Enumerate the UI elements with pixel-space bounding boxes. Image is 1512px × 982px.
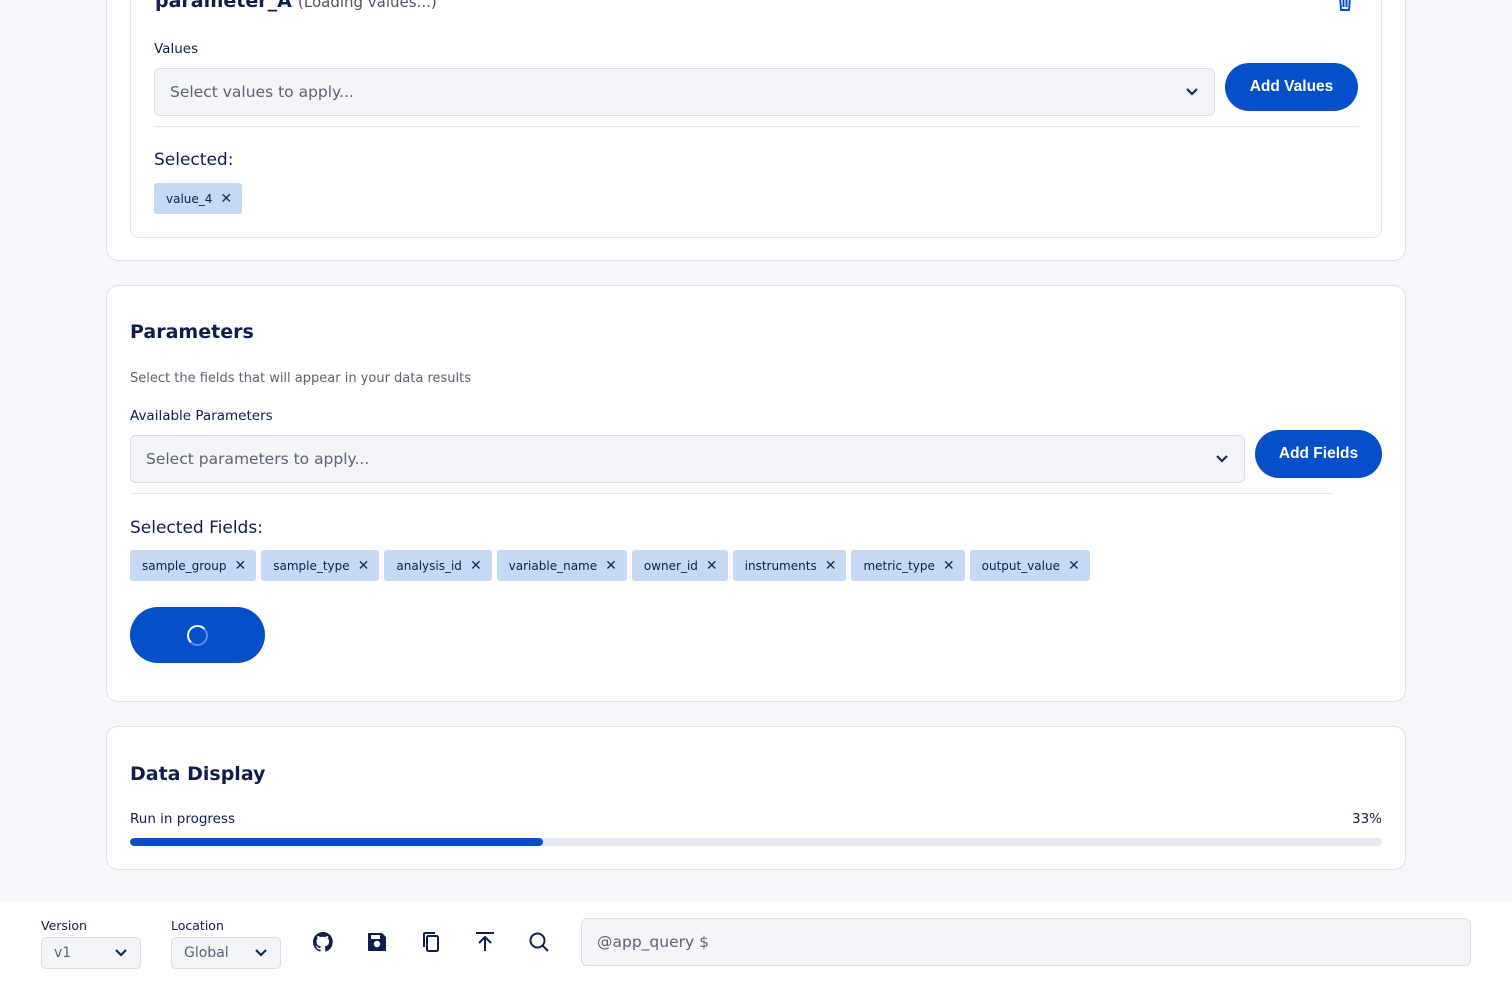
parameter-name: parameter_A xyxy=(155,0,292,12)
chip-label: value_4 xyxy=(166,191,213,206)
selected-chip: sample_group ✕ xyxy=(130,550,257,581)
remove-chip-icon[interactable]: ✕ xyxy=(358,559,370,573)
chip-label: sample_group xyxy=(142,558,227,573)
version-label: Version xyxy=(41,918,87,933)
search-icon[interactable] xyxy=(527,930,551,954)
filter-section: parameter_A (Loading values...) Values S… xyxy=(106,0,1406,261)
chip-label: metric_type xyxy=(863,558,935,573)
selected-chip: instruments ✕ xyxy=(732,550,847,581)
chip-label: instruments xyxy=(744,558,817,573)
run-query-button[interactable] xyxy=(130,607,265,663)
values-select[interactable]: Select values to apply... xyxy=(154,68,1215,116)
copy-icon[interactable] xyxy=(419,930,443,954)
chip-label: analysis_id xyxy=(396,558,462,573)
remove-chip-icon[interactable]: ✕ xyxy=(825,559,837,573)
location-select[interactable]: Global xyxy=(171,937,281,969)
version-select[interactable]: v1 xyxy=(41,937,141,969)
remove-chip-icon[interactable]: ✕ xyxy=(470,559,482,573)
version-value: v1 xyxy=(54,945,72,961)
remove-chip-icon[interactable]: ✕ xyxy=(605,559,617,573)
parameters-title: Parameters xyxy=(130,321,254,343)
divider xyxy=(130,493,1334,494)
remove-chip-icon[interactable]: ✕ xyxy=(706,559,718,573)
divider xyxy=(154,126,1359,127)
add-fields-button[interactable]: Add Fields xyxy=(1255,430,1382,478)
parameters-select[interactable]: Select parameters to apply... xyxy=(130,435,1245,483)
values-label: Values xyxy=(154,41,199,57)
selected-chip: output_value ✕ xyxy=(969,550,1090,581)
chevron-down-icon xyxy=(115,949,127,957)
available-parameters-label: Available Parameters xyxy=(130,408,273,424)
data-display-section: Data Display Run in progress 33% xyxy=(106,726,1406,870)
selected-fields-list: sample_group ✕ sample_type ✕ analysis_id ✕ var… xyxy=(130,550,1090,581)
location-value: Global xyxy=(184,945,229,961)
location-label: Location xyxy=(171,918,224,933)
chip-label: variable_name xyxy=(508,558,598,573)
loading-spinner-icon xyxy=(187,624,208,646)
bottom-toolbar: Version v1 Location Global @app_query $ xyxy=(0,902,1512,982)
chevron-down-icon xyxy=(1216,455,1228,463)
trash-icon[interactable] xyxy=(1335,0,1355,12)
progress-label: Run in progress xyxy=(130,811,236,827)
upload-icon[interactable] xyxy=(473,930,497,954)
loading-values-text: (Loading values...) xyxy=(298,0,437,11)
add-values-button[interactable]: Add Values xyxy=(1225,63,1358,111)
parameters-section: Parameters Select the fields that will a… xyxy=(106,285,1406,702)
chip-label: output_value xyxy=(981,558,1060,573)
parameters-description: Select the fields that will appear in yo… xyxy=(130,371,472,386)
chevron-down-icon xyxy=(1186,88,1198,96)
query-input[interactable]: @app_query $ xyxy=(581,918,1471,966)
remove-chip-icon[interactable]: ✕ xyxy=(220,192,232,206)
chip-label: owner_id xyxy=(643,558,698,573)
progress-percent: 33% xyxy=(1351,811,1382,827)
chip-label: sample_type xyxy=(273,558,350,573)
parameter-filter-card: parameter_A (Loading values...) Values S… xyxy=(130,0,1382,238)
parameters-select-placeholder: Select parameters to apply... xyxy=(146,450,370,468)
chevron-down-icon xyxy=(255,949,267,957)
selected-chip: analysis_id ✕ xyxy=(384,550,492,581)
selected-chip: variable_name ✕ xyxy=(496,550,627,581)
save-icon[interactable] xyxy=(365,930,389,954)
values-select-placeholder: Select values to apply... xyxy=(170,83,354,101)
selected-values-title: Selected: xyxy=(154,150,234,170)
selected-chip: metric_type ✕ xyxy=(851,550,965,581)
progress-bar xyxy=(130,838,1382,846)
data-display-title: Data Display xyxy=(130,763,266,785)
remove-chip-icon[interactable]: ✕ xyxy=(234,559,246,573)
selected-values-list: value_4 ✕ xyxy=(154,183,243,214)
github-icon[interactable] xyxy=(311,930,335,954)
query-placeholder: @app_query $ xyxy=(597,933,709,951)
remove-chip-icon[interactable]: ✕ xyxy=(1068,559,1080,573)
selected-chip: sample_type ✕ xyxy=(261,550,380,581)
selected-chip: owner_id ✕ xyxy=(631,550,728,581)
selected-fields-title: Selected Fields: xyxy=(130,518,263,538)
remove-chip-icon[interactable]: ✕ xyxy=(943,559,955,573)
progress-bar-fill xyxy=(130,838,544,846)
selected-chip: value_4 ✕ xyxy=(154,183,243,214)
